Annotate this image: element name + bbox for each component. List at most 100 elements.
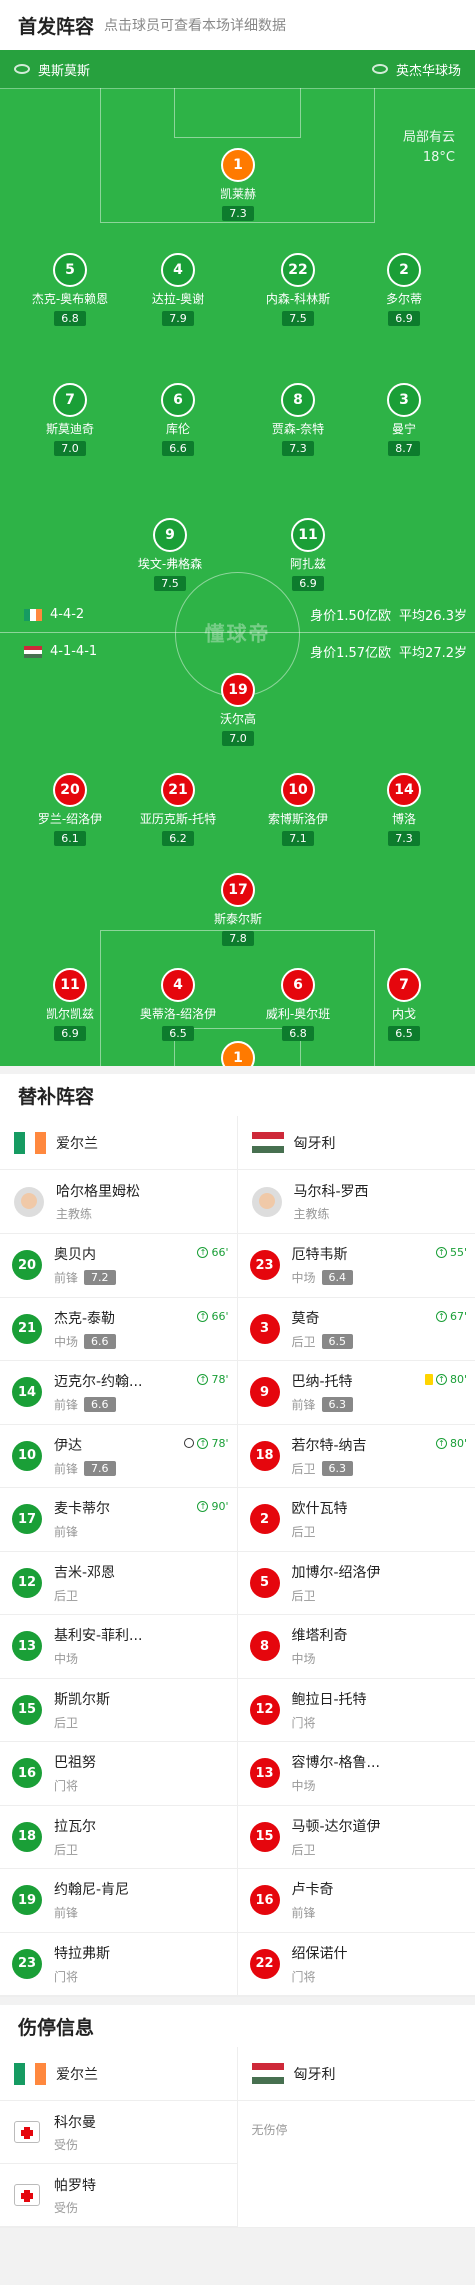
home-player[interactable]: 22 内森-科林斯 7.5	[248, 253, 348, 326]
away-player[interactable]: 6 威利-奥尔班 6.8	[248, 968, 348, 1041]
player-position-row: 后卫	[54, 1587, 225, 1604]
player-name: 容博尔-格鲁...	[291, 1755, 380, 1772]
away-player[interactable]: 21 亚历克斯-托特 6.2	[128, 773, 228, 846]
player-info: 吉米-邓恩后卫	[54, 1562, 225, 1604]
player-position-row: 后卫	[292, 1587, 464, 1604]
injury-row[interactable]: 科尔曼 受伤	[0, 2101, 237, 2164]
player-number: 7	[53, 383, 87, 417]
player-name: 约翰尼-肯尼	[54, 1882, 130, 1899]
player-rating: 7.2	[84, 1270, 116, 1286]
ireland-flag-icon	[24, 608, 42, 621]
home-team-name: 爱尔兰	[56, 1135, 98, 1152]
sub-row[interactable]: 8 维塔利奇 中场	[237, 1615, 475, 1679]
sub-row[interactable]: 23 特拉弗斯 门将	[0, 1933, 237, 1996]
sub-row[interactable]: 17 麦卡蒂尔 前锋 ↑ 90'	[0, 1488, 237, 1552]
home-player[interactable]: 4 达拉-奥谢 7.9	[128, 253, 228, 326]
player-rating: 7.3	[388, 831, 420, 846]
player-rating: 6.6	[84, 1333, 116, 1349]
sub-row[interactable]: 18 若尔特-纳吉 后卫 6.3 ↑ 80'	[237, 1425, 475, 1488]
sub-row[interactable]: 16 卢卡奇 前锋	[237, 1869, 475, 1933]
player-name: 吉米-邓恩	[54, 1564, 116, 1581]
home-player[interactable]: 5 杰克-奥布赖恩 6.8	[20, 253, 120, 326]
player-info: 基利安-菲利... 中场	[54, 1625, 225, 1667]
away-team-header[interactable]: 匈牙利	[237, 1116, 475, 1170]
player-info: 维塔利奇 中场	[292, 1625, 464, 1667]
away-player[interactable]: 4 奥蒂洛-绍洛伊 6.5	[128, 968, 228, 1041]
home-player[interactable]: 3 曼宁 8.7	[354, 383, 454, 456]
player-number: 8	[249, 1631, 280, 1662]
player-position-row: 中场 6.4	[292, 1269, 464, 1286]
player-name: 斯凯尔斯	[54, 1691, 110, 1708]
weather-temp: 18°C	[422, 150, 455, 165]
away-coach[interactable]: 马尔科-罗西 主教练	[237, 1170, 475, 1234]
player-number: 6	[161, 383, 195, 417]
away-player[interactable]: 11 凯尔凯兹 6.9	[20, 968, 120, 1041]
player-rating: 7.0	[54, 441, 86, 456]
away-subs-column: 匈牙利 马尔科-罗西 主教练 23 厄特韦斯 中场 6.4 ↑ 55' 3 莫奇 后卫 6.5 ↑ 67…	[237, 1116, 475, 1996]
sub-row[interactable]: 18 拉瓦尔 后卫	[0, 1806, 237, 1869]
sub-row[interactable]: 20 奥贝内 前锋 7.2 ↑ 66'	[0, 1234, 237, 1298]
player-rating: 6.3	[321, 1460, 354, 1476]
sub-row[interactable]: 21 杰克-泰勒 中场 6.6 ↑ 66'	[0, 1298, 237, 1361]
goal-ball-icon	[184, 1438, 195, 1448]
away-player[interactable]: 1迪布什7.4	[188, 1041, 288, 1066]
home-player[interactable]: 11 阿扎兹 6.9	[258, 518, 358, 591]
player-number: 20	[12, 1250, 42, 1281]
home-player[interactable]: 6 库伦 6.6	[128, 383, 228, 456]
player-position: 门将	[291, 1969, 316, 1984]
sub-row[interactable]: 14 迈克尔-约翰... 前锋 6.6 ↑ 78'	[0, 1361, 237, 1425]
sub-row[interactable]: 13 容博尔-格鲁... 中场	[237, 1742, 475, 1806]
player-number: 16	[12, 1758, 42, 1789]
sub-row[interactable]: 15 斯凯尔斯 后卫	[0, 1679, 237, 1742]
sub-row[interactable]: 19 约翰尼-肯尼 前锋	[0, 1869, 237, 1933]
sub-row[interactable]: 5 加博尔-绍洛伊 后卫	[237, 1552, 475, 1615]
home-player[interactable]: 2 多尔蒂 6.9	[354, 253, 454, 326]
away-player[interactable]: 14 博洛 7.3	[354, 773, 454, 846]
sub-row[interactable]: 10 伊达 前锋 7.6 ↑ 78'	[0, 1425, 237, 1488]
sub-row[interactable]: 2 欧什瓦特 后卫	[237, 1488, 475, 1552]
player-name: 基利安-菲利...	[54, 1628, 143, 1645]
sub-row[interactable]: 12 鲍拉日-托特 门将	[237, 1679, 475, 1742]
player-position: 后卫	[291, 1525, 316, 1540]
injury-row[interactable]: 帕罗特 受伤	[0, 2164, 237, 2227]
player-position: 前锋	[54, 1906, 79, 1921]
player-rating: 6.2	[162, 831, 194, 846]
injuries-section: 爱尔兰 科尔曼 受伤 帕罗特 受伤 匈牙利 无伤停	[0, 2047, 475, 2228]
home-player[interactable]: 1 凯莱赫 7.3	[188, 148, 288, 221]
home-team-header[interactable]: 爱尔兰	[0, 1116, 237, 1170]
player-position: 中场	[291, 1779, 316, 1794]
home-player[interactable]: 8 贾森-奈特 7.3	[248, 383, 348, 456]
player-rating: 8.7	[388, 441, 420, 456]
player-position-row: 门将	[54, 1777, 225, 1794]
player-info: 加博尔-绍洛伊 后卫	[292, 1562, 464, 1604]
sub-in-icon: ↑	[435, 1437, 447, 1449]
sub-row[interactable]: 3 莫奇 后卫 6.5 ↑ 67'	[237, 1298, 475, 1361]
away-player[interactable]: 20 罗兰-绍洛伊 6.1	[20, 773, 120, 846]
away-player[interactable]: 19 沃尔高 7.0	[188, 673, 288, 746]
away-player[interactable]: 10 索博斯洛伊 7.1	[248, 773, 348, 846]
sub-row[interactable]: 12 吉米-邓恩 后卫	[0, 1552, 237, 1615]
sub-row[interactable]: 15 马顿-达尔道伊 后卫	[237, 1806, 475, 1869]
substitution-event: ↑ 80'	[424, 1373, 467, 1386]
sub-row[interactable]: 16 巴祖努 门将	[0, 1742, 237, 1806]
home-player[interactable]: 9 埃文-弗格森 7.5	[120, 518, 220, 591]
player-position-row: 后卫	[292, 1841, 464, 1858]
player-info: 巴祖努 门将	[54, 1752, 225, 1794]
sub-in-icon: ↑	[197, 1310, 209, 1322]
sub-row[interactable]: 9 巴纳-托特 前锋 6.3 ↑ 80'	[237, 1361, 475, 1425]
player-rating: 6.5	[388, 1026, 420, 1041]
home-player[interactable]: 7 斯莫迪奇 7.0	[20, 383, 120, 456]
sub-row[interactable]: 13 基利安-菲利... 中场	[0, 1615, 237, 1679]
substitution-event: ↑ 90'	[197, 1500, 229, 1513]
away-player[interactable]: 17 斯泰尔斯 7.8	[188, 873, 288, 946]
away-player[interactable]: 7 内戈 6.5	[354, 968, 454, 1041]
home-injuries-column: 爱尔兰 科尔曼 受伤 帕罗特 受伤	[0, 2047, 238, 2227]
player-position-row: 前锋	[54, 1904, 225, 1921]
sub-row[interactable]: 22 绍保诺什 门将	[237, 1933, 475, 1996]
player-number: 9	[153, 518, 187, 552]
injured-player-name: 科尔曼	[54, 2114, 96, 2131]
sub-row[interactable]: 23 厄特韦斯 中场 6.4 ↑ 55'	[237, 1234, 475, 1298]
away-injuries-column: 匈牙利 无伤停	[237, 2047, 475, 2227]
home-coach[interactable]: 哈尔格里姆松 主教练	[0, 1170, 237, 1234]
player-name: 索博斯洛伊	[267, 812, 328, 826]
